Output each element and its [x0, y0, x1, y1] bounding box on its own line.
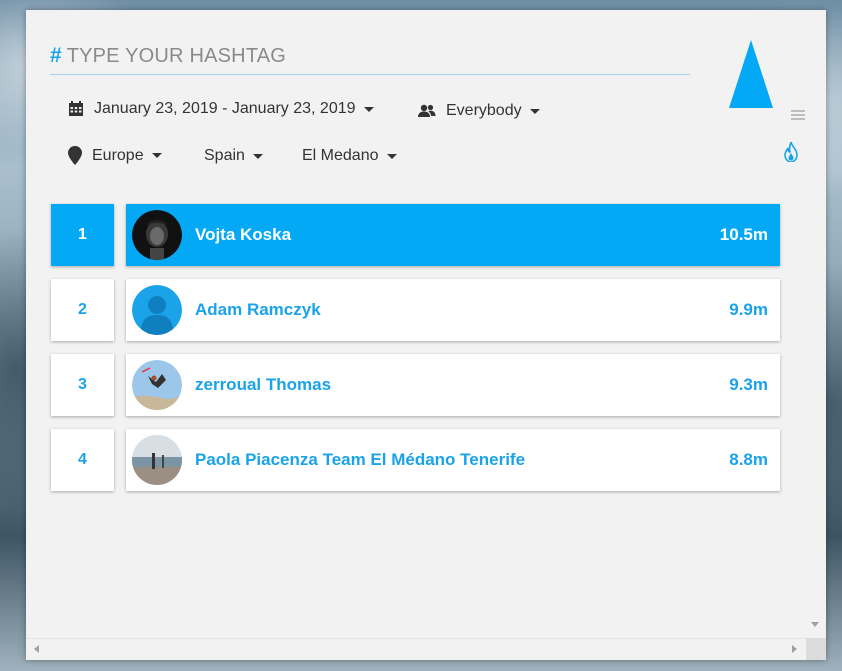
- athlete-name[interactable]: Paola Piacenza Team El Médano Tenerife: [195, 450, 729, 470]
- rank-number: 1: [78, 226, 87, 243]
- rank-number: 2: [78, 301, 87, 318]
- leaderboard-row[interactable]: zerroual Thomas 9.3m: [126, 354, 780, 416]
- date-range-dropdown[interactable]: January 23, 2019 - January 23, 2019: [68, 100, 374, 118]
- rank-number: 3: [78, 376, 87, 393]
- region-dropdown[interactable]: Europe: [68, 146, 162, 165]
- rank-badge: 2: [51, 279, 114, 341]
- leaderboard-panel: # January 23, 2019 - January 23, 2019: [26, 10, 826, 660]
- chevron-down-icon: [529, 108, 540, 114]
- rank-badge: 1: [51, 204, 114, 266]
- rank-badge: 4: [51, 429, 114, 491]
- rank-badge: 3: [51, 354, 114, 416]
- chevron-down-icon: [363, 106, 374, 112]
- audience-label: Everybody: [446, 102, 522, 119]
- fire-icon[interactable]: [783, 138, 799, 167]
- scroll-down-arrow-icon[interactable]: [811, 622, 819, 627]
- scrollbar-corner: [806, 638, 826, 660]
- jump-height: 9.9m: [729, 300, 768, 319]
- leaderboard-row[interactable]: Adam Ramczyk 9.9m: [126, 279, 780, 341]
- menu-icon[interactable]: [791, 110, 805, 122]
- spot-dropdown[interactable]: El Medano: [302, 147, 397, 165]
- avatar: [132, 435, 182, 485]
- region-label: Europe: [92, 146, 144, 164]
- spot-label: El Medano: [302, 147, 379, 164]
- rank-number: 4: [78, 451, 87, 468]
- chevron-down-icon: [252, 153, 263, 159]
- jump-height: 8.8m: [729, 450, 768, 469]
- country-label: Spain: [204, 147, 245, 164]
- chevron-down-icon: [151, 153, 162, 158]
- hashtag-field: #: [50, 38, 690, 75]
- athlete-name[interactable]: Vojta Koska: [195, 225, 720, 245]
- avatar-placeholder-icon: [132, 285, 182, 335]
- avatar: [132, 210, 182, 260]
- hashtag-symbol: #: [50, 44, 62, 67]
- leaderboard-row[interactable]: Paola Piacenza Team El Médano Tenerife 8…: [126, 429, 780, 491]
- calendar-icon: [69, 101, 83, 116]
- leaderboard-row[interactable]: Vojta Koska 10.5m: [126, 204, 780, 266]
- chevron-down-icon: [386, 153, 397, 159]
- date-range-label: January 23, 2019 - January 23, 2019: [94, 100, 356, 117]
- athlete-name[interactable]: zerroual Thomas: [195, 375, 729, 395]
- triangle-logo[interactable]: [729, 40, 773, 108]
- scroll-left-arrow-icon[interactable]: [34, 645, 39, 653]
- athlete-name[interactable]: Adam Ramczyk: [195, 300, 729, 320]
- country-dropdown[interactable]: Spain: [204, 147, 263, 165]
- horizontal-scrollbar[interactable]: [26, 638, 806, 660]
- users-icon: [418, 104, 436, 117]
- scroll-right-arrow-icon[interactable]: [792, 645, 797, 653]
- audience-dropdown[interactable]: Everybody: [418, 102, 540, 120]
- avatar: [132, 360, 182, 410]
- map-marker-icon: [68, 146, 82, 165]
- jump-height: 10.5m: [719, 225, 768, 244]
- hashtag-input[interactable]: [66, 44, 667, 68]
- jump-height: 9.3m: [729, 375, 768, 394]
